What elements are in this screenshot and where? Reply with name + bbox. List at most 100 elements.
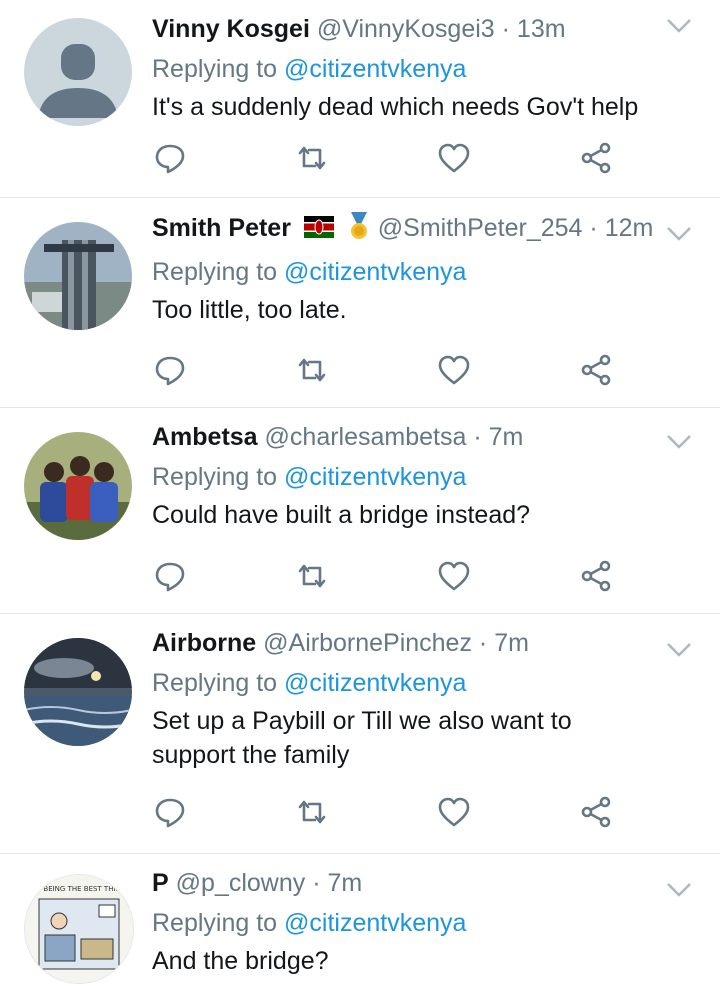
separator-dot: · bbox=[473, 423, 482, 451]
replying-label: Replying to bbox=[152, 909, 278, 937]
share-button[interactable] bbox=[578, 352, 614, 388]
avatar[interactable] bbox=[24, 18, 132, 126]
like-button[interactable] bbox=[436, 558, 472, 594]
display-name[interactable]: Ambetsa bbox=[152, 423, 258, 451]
separator-dot: · bbox=[478, 629, 488, 657]
retweet-icon bbox=[298, 564, 326, 588]
cartoon-avatar: THIS BEING THE BEST THING... bbox=[25, 875, 133, 983]
tweet-header: Smith Peter @SmithPeter_254 · 12m bbox=[152, 212, 653, 247]
action-bar bbox=[152, 794, 632, 830]
kenya-flag-icon bbox=[303, 215, 334, 245]
tweet-text: And the bridge? bbox=[152, 947, 329, 975]
avatar[interactable] bbox=[24, 638, 132, 746]
tweet[interactable]: THIS BEING THE BEST THING... P @p_clowny… bbox=[0, 854, 720, 986]
replying-to: Replying to @citizentvkenya bbox=[152, 257, 640, 287]
avatar[interactable] bbox=[24, 222, 132, 330]
tweet[interactable]: Airborne @AirbornePinchez · 7m Replying … bbox=[0, 614, 720, 854]
user-handle[interactable]: @charlesambetsa bbox=[265, 423, 467, 451]
reply-button[interactable] bbox=[152, 558, 188, 594]
action-bar bbox=[152, 558, 632, 594]
share-button[interactable] bbox=[578, 140, 614, 176]
chevron-down-icon[interactable] bbox=[666, 640, 692, 660]
retweet-icon bbox=[298, 146, 326, 170]
tweet[interactable]: Vinny Kosgei @VinnyKosgei3 · 13m Replyin… bbox=[0, 0, 720, 198]
reply-button[interactable] bbox=[152, 352, 188, 388]
retweet-button[interactable] bbox=[294, 352, 330, 388]
tweet[interactable]: Smith Peter @SmithPeter_254 · 12m Replyi… bbox=[0, 198, 720, 408]
tweet-text: It's a suddenly dead which needs Gov't h… bbox=[152, 93, 639, 121]
tweet-text: Could have built a bridge instead? bbox=[152, 501, 531, 529]
retweet-button[interactable] bbox=[294, 794, 330, 830]
share-icon bbox=[581, 142, 611, 174]
tweet-text: Set up a Paybill or Till we also want to… bbox=[152, 707, 572, 769]
chevron-down-icon[interactable] bbox=[666, 224, 692, 244]
tweet-header: P @p_clowny · 7m bbox=[152, 868, 640, 898]
like-icon bbox=[438, 355, 470, 385]
replying-to: Replying to @citizentvkenya bbox=[152, 668, 640, 698]
replying-label: Replying to bbox=[152, 258, 278, 286]
replying-label: Replying to bbox=[152, 55, 278, 83]
chevron-down-icon[interactable] bbox=[666, 880, 692, 900]
user-handle[interactable]: @SmithPeter_254 bbox=[378, 214, 583, 242]
user-handle[interactable]: @p_clowny bbox=[176, 869, 306, 897]
like-icon bbox=[438, 561, 470, 591]
replying-label: Replying to bbox=[152, 669, 278, 697]
replying-label: Replying to bbox=[152, 463, 278, 491]
display-name[interactable]: Airborne bbox=[152, 629, 256, 657]
timestamp[interactable]: 12m bbox=[605, 214, 654, 242]
share-icon bbox=[581, 560, 611, 592]
like-icon bbox=[438, 797, 470, 827]
mention-link[interactable]: @citizentvkenya bbox=[284, 909, 466, 937]
display-name[interactable]: Vinny Kosgei bbox=[152, 15, 310, 43]
mention-link[interactable]: @citizentvkenya bbox=[284, 669, 466, 697]
retweet-button[interactable] bbox=[294, 140, 330, 176]
mention-link[interactable]: @citizentvkenya bbox=[284, 463, 466, 491]
mention-link[interactable]: @citizentvkenya bbox=[284, 258, 466, 286]
avatar[interactable]: THIS BEING THE BEST THING... bbox=[24, 874, 134, 984]
default-avatar-icon bbox=[38, 44, 118, 118]
timestamp[interactable]: 7m bbox=[327, 869, 362, 897]
like-icon bbox=[438, 143, 470, 173]
reply-icon bbox=[155, 798, 185, 828]
avatar[interactable] bbox=[24, 432, 132, 540]
tweet-header: Ambetsa @charlesambetsa · 7m bbox=[152, 422, 640, 452]
like-button[interactable] bbox=[436, 794, 472, 830]
chevron-down-icon[interactable] bbox=[666, 432, 692, 452]
display-name[interactable]: P bbox=[152, 869, 169, 897]
tweet[interactable]: Ambetsa @charlesambetsa · 7m Replying to… bbox=[0, 408, 720, 614]
retweet-button[interactable] bbox=[294, 558, 330, 594]
action-bar bbox=[152, 140, 632, 176]
tweet-header: Airborne @AirbornePinchez · 7m bbox=[152, 628, 640, 658]
avatar-caption: THIS BEING THE BEST THING... bbox=[25, 885, 133, 893]
timestamp[interactable]: 7m bbox=[489, 423, 524, 451]
share-button[interactable] bbox=[578, 794, 614, 830]
display-name[interactable]: Smith Peter bbox=[152, 214, 291, 242]
share-button[interactable] bbox=[578, 558, 614, 594]
replying-to: Replying to @citizentvkenya bbox=[152, 462, 640, 492]
seascape-photo-avatar bbox=[24, 638, 132, 746]
share-icon bbox=[581, 354, 611, 386]
retweet-icon bbox=[298, 800, 326, 824]
tower-photo-avatar bbox=[24, 222, 132, 330]
like-button[interactable] bbox=[436, 352, 472, 388]
user-handle[interactable]: @VinnyKosgei3 bbox=[317, 15, 495, 43]
separator-dot: · bbox=[589, 214, 598, 243]
retweet-icon bbox=[298, 358, 326, 382]
group-photo-avatar bbox=[24, 432, 132, 540]
reply-button[interactable] bbox=[152, 794, 188, 830]
reply-icon bbox=[155, 356, 185, 386]
replying-to: Replying to @citizentvkenya bbox=[152, 54, 640, 84]
user-handle[interactable]: @AirbornePinchez bbox=[263, 629, 472, 657]
medal-icon bbox=[347, 212, 371, 247]
like-button[interactable] bbox=[436, 140, 472, 176]
timestamp[interactable]: 7m bbox=[494, 629, 529, 657]
mention-link[interactable]: @citizentvkenya bbox=[284, 55, 466, 83]
timestamp[interactable]: 13m bbox=[517, 15, 566, 43]
tweet-header: Vinny Kosgei @VinnyKosgei3 · 13m bbox=[152, 14, 640, 44]
chevron-down-icon[interactable] bbox=[666, 16, 692, 36]
share-icon bbox=[581, 796, 611, 828]
reply-button[interactable] bbox=[152, 140, 188, 176]
reply-icon bbox=[155, 562, 185, 592]
separator-dot: · bbox=[312, 869, 321, 897]
reply-icon bbox=[155, 144, 185, 174]
